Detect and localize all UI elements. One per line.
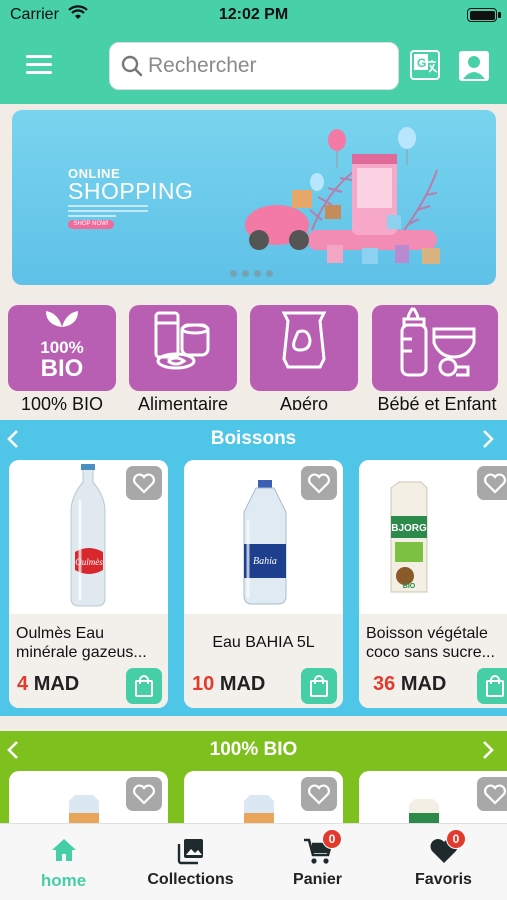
add-to-cart-button[interactable] (477, 668, 507, 704)
section-header: 100% BIO (0, 731, 507, 767)
promo-banner[interactable]: ONLINE SHOPPING SHOP NOW! (12, 110, 496, 285)
svg-text:Bahia: Bahia (253, 556, 277, 567)
product-card[interactable]: Oulmès Oulmès Eau minérale gazeus... 4 M… (9, 460, 168, 708)
svg-text:BJORG: BJORG (391, 523, 427, 534)
nav-panier[interactable]: 0 Panier (254, 824, 381, 900)
cart-count-badge: 0 (322, 829, 342, 849)
svg-text:G: G (417, 56, 426, 70)
nav-home[interactable]: home (0, 824, 127, 900)
snack-bag-icon (281, 311, 327, 369)
svg-text:BIO: BIO (403, 583, 416, 590)
menu-button[interactable] (26, 55, 52, 75)
product-card[interactable]: Bahia Eau BAHIA 5L 10 MAD (184, 460, 343, 708)
svg-text:BIO: BIO (41, 355, 84, 377)
nav-favoris[interactable]: 0 Favoris (380, 824, 507, 900)
product-price: 10 MAD (192, 673, 266, 695)
add-to-cart-button[interactable] (301, 668, 337, 704)
product-name: Eau BAHIA 5L (212, 634, 315, 651)
favorite-button[interactable] (126, 466, 162, 500)
translate-icon[interactable]: G (410, 50, 440, 80)
product-info: Boisson végétale coco sans sucre... 36 M… (359, 614, 507, 708)
section-title: Boissons (210, 428, 297, 449)
canned-food-icon (154, 311, 210, 370)
add-to-cart-button[interactable] (126, 668, 162, 704)
nav-label: Panier (293, 871, 342, 888)
favorite-button[interactable] (301, 466, 337, 500)
category-apero[interactable]: Apéro (250, 298, 358, 410)
collections-icon (177, 839, 203, 865)
category-alimentaire[interactable]: Alimentaire (129, 298, 237, 410)
profile-icon[interactable] (458, 50, 490, 82)
chevron-right-icon[interactable] (479, 740, 497, 760)
section-header: Boissons (0, 420, 507, 456)
section-bio: 100% BIO (0, 731, 507, 841)
search-bar[interactable] (109, 42, 399, 90)
nav-label: Favoris (415, 871, 472, 888)
favorites-count-badge: 0 (446, 829, 466, 849)
nav-label: Collections (147, 871, 234, 888)
favorite-button[interactable] (477, 777, 507, 811)
banner-fine-print (68, 205, 148, 220)
category-row: 100% BIO 100% BIO Alimentaire Apéro Bébé… (0, 298, 507, 410)
favorite-button[interactable] (126, 777, 162, 811)
product-price: 4 MAD (17, 673, 80, 695)
product-card[interactable]: BJORG BIO Boisson végétale coco sans suc… (359, 460, 507, 708)
shop-now-button[interactable]: SHOP NOW! (68, 220, 114, 229)
search-icon (121, 55, 143, 77)
shopping-bag-icon (486, 675, 504, 697)
chevron-right-icon[interactable] (479, 429, 497, 449)
category-label: Alimentaire (137, 394, 229, 410)
shopping-bag-icon (310, 675, 328, 697)
heart-outline-icon (308, 473, 330, 494)
carousel-dots[interactable] (230, 264, 278, 282)
heart-outline-icon (308, 784, 330, 805)
bottom-navigation: home Collections 0 Panier 0 Favoris (0, 823, 507, 900)
search-input[interactable] (148, 51, 388, 81)
product-price: 36 MAD (373, 673, 447, 695)
heart-outline-icon (484, 784, 506, 805)
clock: 12:02 PM (218, 6, 289, 23)
product-name: Oulmès Eau minérale gazeus... (16, 625, 147, 661)
heart-outline-icon (484, 473, 506, 494)
status-bar: Carrier 12:02 PM (0, 0, 507, 32)
home-icon (51, 839, 76, 861)
battery-icon (467, 8, 501, 22)
section-title: 100% BIO (209, 739, 298, 760)
category-label: Apéro (279, 394, 329, 410)
product-info: Oulmès Eau minérale gazeus... 4 MAD (9, 614, 168, 708)
shopping-illustration (245, 127, 440, 264)
app-header: Carrier 12:02 PM G (0, 0, 507, 104)
category-label: Bébé et Enfant (377, 394, 497, 410)
nav-label: home (40, 871, 87, 890)
shopping-bag-icon (135, 675, 153, 697)
nav-collections[interactable]: Collections (127, 824, 254, 900)
category-label: 100% BIO (20, 394, 104, 410)
category-bebe[interactable]: Bébé et Enfant (372, 298, 502, 410)
baby-bottle-icon (400, 307, 476, 377)
favorite-button[interactable] (477, 466, 507, 500)
favorite-button[interactable] (301, 777, 337, 811)
heart-outline-icon (133, 473, 155, 494)
banner-line2: SHOPPING (68, 178, 194, 204)
product-info: Eau BAHIA 5L 10 MAD (184, 614, 343, 708)
category-bio[interactable]: 100% BIO 100% BIO (8, 298, 116, 410)
heart-outline-icon (133, 784, 155, 805)
bio-leaf-icon: 100% BIO (40, 311, 84, 377)
section-boissons: Boissons Oulmès Oulmès Eau minérale gaze… (0, 420, 507, 716)
product-name: Boisson végétale coco sans sucre... (366, 625, 495, 661)
